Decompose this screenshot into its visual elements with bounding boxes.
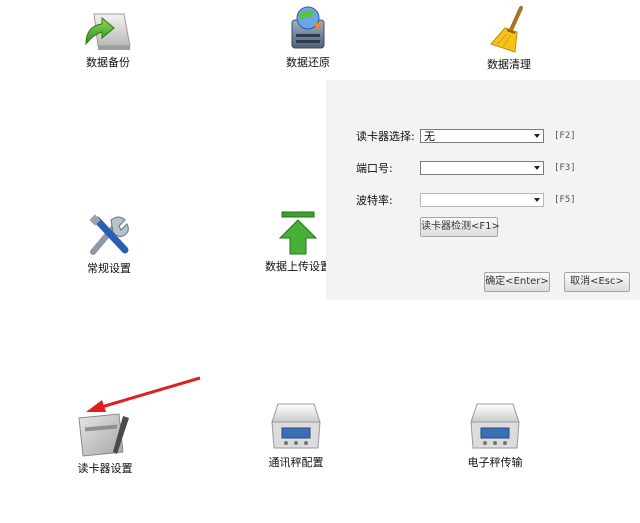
upload-settings-label: 数据上传设置 <box>265 260 331 273</box>
reader-hotkey: [F2] <box>554 131 576 141</box>
baud-label: 波特率: <box>356 194 393 207</box>
port-row: 端口号: [F3] <box>356 160 576 176</box>
scale-config-label: 通讯秤配置 <box>268 456 324 469</box>
baud-select[interactable] <box>420 193 544 207</box>
scale-icon <box>470 403 520 449</box>
backup-tile[interactable]: 数据备份 <box>72 8 144 70</box>
chevron-down-icon <box>534 134 540 138</box>
reader-select[interactable]: 无 <box>420 129 544 143</box>
cleanup-tile[interactable]: 数据清理 <box>474 6 544 72</box>
ok-button[interactable]: 确定<Enter> <box>484 272 550 292</box>
chevron-down-icon <box>534 198 540 202</box>
port-hotkey: [F3] <box>554 163 576 173</box>
general-settings-label: 常规设置 <box>87 262 131 275</box>
cleanup-label: 数据清理 <box>487 58 531 71</box>
upload-settings-tile[interactable]: 数据上传设置 <box>262 210 334 274</box>
card-reader-settings-label: 读卡器设置 <box>77 462 133 475</box>
tools-icon <box>89 214 129 255</box>
detect-reader-button[interactable]: 读卡器检测<F1> <box>420 217 500 237</box>
restore-label: 数据还原 <box>286 56 330 69</box>
general-settings-tile[interactable]: 常规设置 <box>76 212 142 276</box>
baud-hotkey: [F5] <box>554 195 576 205</box>
card-reader-dialog: 读卡器选择: 无 [F2] 端口号: [F3] 波特率: [F5] 读卡器检测<… <box>326 80 640 300</box>
e-scale-transfer-label: 电子秤传输 <box>467 456 523 469</box>
restore-icon <box>291 6 325 49</box>
broom-icon <box>490 6 523 53</box>
chevron-down-icon <box>534 166 540 170</box>
upload-arrow-icon <box>278 211 318 255</box>
reader-row: 读卡器选择: 无 [F2] <box>356 128 576 144</box>
card-reader-settings-tile[interactable]: 读卡器设置 <box>72 408 138 476</box>
e-scale-transfer-tile[interactable]: 电子秤传输 <box>460 400 530 470</box>
scale-icon <box>271 403 321 449</box>
port-label: 端口号: <box>356 162 393 175</box>
backup-label: 数据备份 <box>86 56 130 69</box>
scale-config-tile[interactable]: 通讯秤配置 <box>262 400 330 470</box>
cancel-button[interactable]: 取消<Esc> <box>564 272 630 292</box>
reader-select-value: 无 <box>424 130 435 143</box>
restore-tile[interactable]: 数据还原 <box>270 4 346 70</box>
reader-label: 读卡器选择: <box>356 130 415 143</box>
baud-row: 波特率: [F5] <box>356 192 576 208</box>
pointer-arrow-icon <box>86 376 201 412</box>
port-select[interactable] <box>420 161 544 175</box>
backup-icon <box>85 13 131 50</box>
